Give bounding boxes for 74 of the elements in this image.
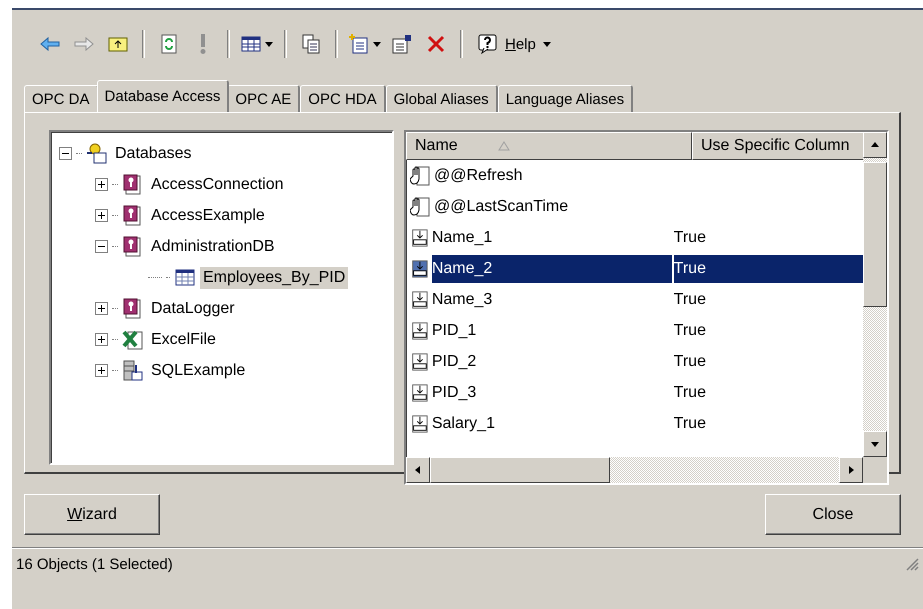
tree-item[interactable]: AccessConnection: [148, 174, 287, 196]
caret-icon: [264, 39, 274, 49]
exclamation-icon: [200, 34, 206, 54]
expander-toggle[interactable]: [95, 209, 108, 222]
tab[interactable]: Database Access: [96, 80, 230, 112]
database-icon: [86, 142, 108, 164]
help-icon: [477, 33, 499, 55]
tree-item[interactable]: ExcelFile: [148, 328, 219, 350]
column-header[interactable]: Name: [406, 132, 692, 160]
tree-item[interactable]: SQLExample: [148, 360, 248, 382]
tab[interactable]: OPC AE: [227, 85, 300, 112]
download-tag-icon: [410, 258, 430, 280]
help-label: Help: [505, 36, 536, 52]
down-arrow-icon: [870, 439, 880, 449]
download-tag-icon: [410, 350, 430, 372]
server-icon: [122, 360, 144, 382]
resize-grip-icon[interactable]: [905, 557, 919, 571]
close-button[interactable]: Close: [765, 494, 901, 535]
expander-toggle[interactable]: [95, 333, 108, 346]
expander-toggle[interactable]: [95, 302, 108, 315]
tab[interactable]: Language Aliases: [498, 85, 634, 112]
download-tag-icon: [410, 320, 430, 342]
name-cell[interactable]: Name_1: [432, 224, 672, 252]
download-tag-icon: [410, 288, 430, 310]
hand-document-icon: [410, 164, 432, 186]
spreadsheet-icon: [122, 328, 144, 350]
hand-document-icon: [410, 196, 432, 218]
tree-item[interactable]: AccessExample: [148, 204, 268, 226]
name-cell[interactable]: @@Refresh: [434, 162, 700, 190]
caret-icon: [542, 39, 552, 49]
name-cell[interactable]: Salary_1: [432, 410, 672, 438]
vertical-scrollbar[interactable]: [863, 132, 887, 457]
download-tag-icon: [410, 382, 430, 404]
value-cell-text: True: [674, 414, 707, 434]
status-text: 16 Objects (1 Selected): [16, 556, 173, 572]
name-cell[interactable]: Name_3: [432, 286, 672, 314]
value-cell-text: True: [674, 228, 707, 248]
value-cell-text: True: [674, 320, 707, 340]
tab[interactable]: Global Aliases: [386, 85, 498, 112]
expander-toggle[interactable]: [95, 364, 108, 377]
new-item-icon: [348, 33, 370, 55]
tree-item[interactable]: Databases: [112, 142, 194, 164]
column-header[interactable]: Use Specific Column: [692, 132, 863, 160]
expander-toggle[interactable]: [95, 240, 108, 253]
expander-toggle[interactable]: [95, 178, 108, 191]
caret-icon: [372, 39, 382, 49]
tree-item[interactable]: AdministrationDB: [148, 236, 278, 258]
tree-item[interactable]: DataLogger: [148, 298, 238, 320]
properties-icon: [391, 33, 413, 55]
name-cell[interactable]: @@LastScanTime: [434, 192, 700, 220]
name-cell[interactable]: Name_2: [432, 254, 672, 282]
help-button[interactable]: Help: [473, 29, 556, 59]
name-cell[interactable]: PID_1: [432, 316, 672, 344]
delete-icon: [425, 33, 447, 55]
scrollbar-corner: [863, 457, 887, 483]
left-arrow-icon: [413, 465, 423, 475]
tab[interactable]: OPC HDA: [300, 85, 386, 112]
up-arrow-icon: [870, 140, 880, 150]
tab[interactable]: OPC DA: [24, 85, 99, 112]
right-arrow-icon: [846, 465, 856, 475]
value-cell: True: [674, 254, 863, 282]
table-icon: [174, 266, 196, 288]
horizontal-scrollbar[interactable]: [406, 457, 863, 483]
download-tag-icon: [410, 226, 430, 248]
wizard-button[interactable]: Wizard: [24, 494, 160, 535]
name-cell[interactable]: PID_3: [432, 378, 672, 406]
value-cell-text: True: [674, 382, 707, 402]
name-cell[interactable]: PID_2: [432, 348, 672, 376]
tree-item[interactable]: Employees_By_PID: [200, 266, 348, 288]
copy-icon: [300, 33, 322, 55]
value-cell-text: True: [674, 290, 707, 310]
value-cell-text: True: [674, 352, 707, 372]
expander-toggle[interactable]: [59, 147, 72, 160]
download-tag-icon: [410, 412, 430, 434]
